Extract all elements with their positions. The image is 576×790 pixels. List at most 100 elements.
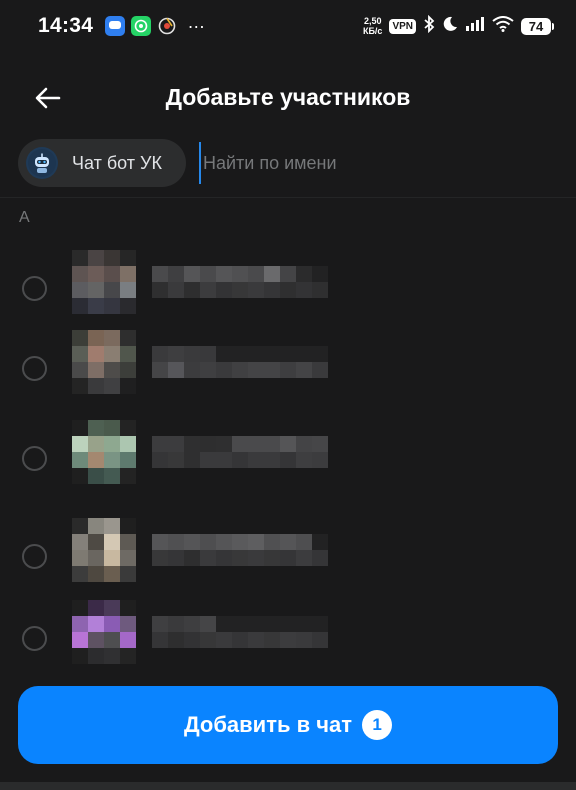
avatar-pixel [88,250,104,266]
avatar-pixel [72,346,88,362]
name-pixel [280,362,296,378]
name-pixel [216,550,232,566]
name-pixel [312,452,328,468]
contact-row[interactable] [0,518,576,600]
contact-row[interactable] [0,250,576,332]
name-pixel [168,616,184,632]
navigation-bar [0,782,576,790]
name-pixel [168,346,184,362]
name-pixel [280,266,296,282]
avatar-pixel [120,282,136,298]
name-pixel [168,534,184,550]
name-pixel [280,346,296,362]
search-input[interactable] [198,142,576,184]
name-pixel [264,266,280,282]
avatar-pixel [120,436,136,452]
name-pixel [232,534,248,550]
name-pixel [312,616,328,632]
avatar-pixel [88,282,104,298]
name-pixel [312,282,328,298]
name-pixel [184,436,200,452]
name-pixel [280,436,296,452]
avatar-pixel [120,600,136,616]
name-pixel [232,282,248,298]
select-radio[interactable] [22,276,47,301]
name-pixel [152,436,168,452]
select-radio[interactable] [22,446,47,471]
name-pixel [232,266,248,282]
name-pixel [200,436,216,452]
name-pixel [184,550,200,566]
name-pixel [216,282,232,298]
avatar-pixel [88,632,104,648]
select-radio[interactable] [22,544,47,569]
vpn-badge: VPN [389,18,416,34]
chat-bubble-icon [105,16,126,36]
avatar-pixel [104,468,120,484]
name-pixel [296,436,312,452]
name-pixel [152,534,168,550]
name-pixel [312,362,328,378]
name-pixel [312,346,328,362]
divider [0,197,576,198]
name-pixel [248,266,264,282]
name-pixel [280,534,296,550]
avatar-pixel [88,330,104,346]
name-pixel [248,362,264,378]
name-pixel [296,362,312,378]
contact-row[interactable] [0,330,576,412]
name-pixel [168,632,184,648]
name-pixel [280,632,296,648]
chrome-icon [157,16,177,36]
avatar-pixel [104,362,120,378]
name-pixel [216,266,232,282]
name-pixel [216,452,232,468]
name-pixel [296,616,312,632]
name-pixel [296,632,312,648]
name-pixel [296,534,312,550]
name-pixel [296,346,312,362]
contact-name-blurred [152,616,328,648]
name-pixel [200,346,216,362]
name-pixel [200,534,216,550]
name-pixel [312,534,328,550]
avatar-pixel [104,420,120,436]
robot-avatar-icon [26,147,58,179]
name-pixel [312,266,328,282]
name-pixel [248,346,264,362]
network-speed: 2,50 КБ/с [362,16,383,36]
name-pixel [264,346,280,362]
avatar-pixel [120,566,136,582]
avatar-pixel [104,600,120,616]
header: Добавьте участников [0,68,576,128]
avatar-pixel [72,436,88,452]
more-notifications-icon: … [187,11,207,32]
avatar-pixel [104,616,120,632]
avatar [72,518,136,582]
avatar-pixel [120,648,136,664]
avatar-pixel [72,362,88,378]
avatar-pixel [88,616,104,632]
add-button-label: Добавить в чат [183,712,353,737]
selected-member-chip[interactable]: Чат бот УК [18,139,186,187]
avatar-pixel [104,632,120,648]
name-pixel [152,362,168,378]
contact-row[interactable] [0,420,576,502]
name-pixel [248,452,264,468]
name-pixel [184,282,200,298]
select-radio[interactable] [22,626,47,651]
select-radio[interactable] [22,356,47,381]
add-to-chat-button[interactable]: Добавить в чат 1 [18,686,558,764]
name-pixel [264,452,280,468]
name-pixel [168,362,184,378]
avatar-pixel [88,420,104,436]
name-pixel [152,266,168,282]
avatar-pixel [72,330,88,346]
avatar-pixel [104,452,120,468]
avatar-pixel [88,362,104,378]
name-pixel [248,282,264,298]
avatar-pixel [120,298,136,314]
name-pixel [296,550,312,566]
name-pixel [200,616,216,632]
avatar-pixel [120,468,136,484]
